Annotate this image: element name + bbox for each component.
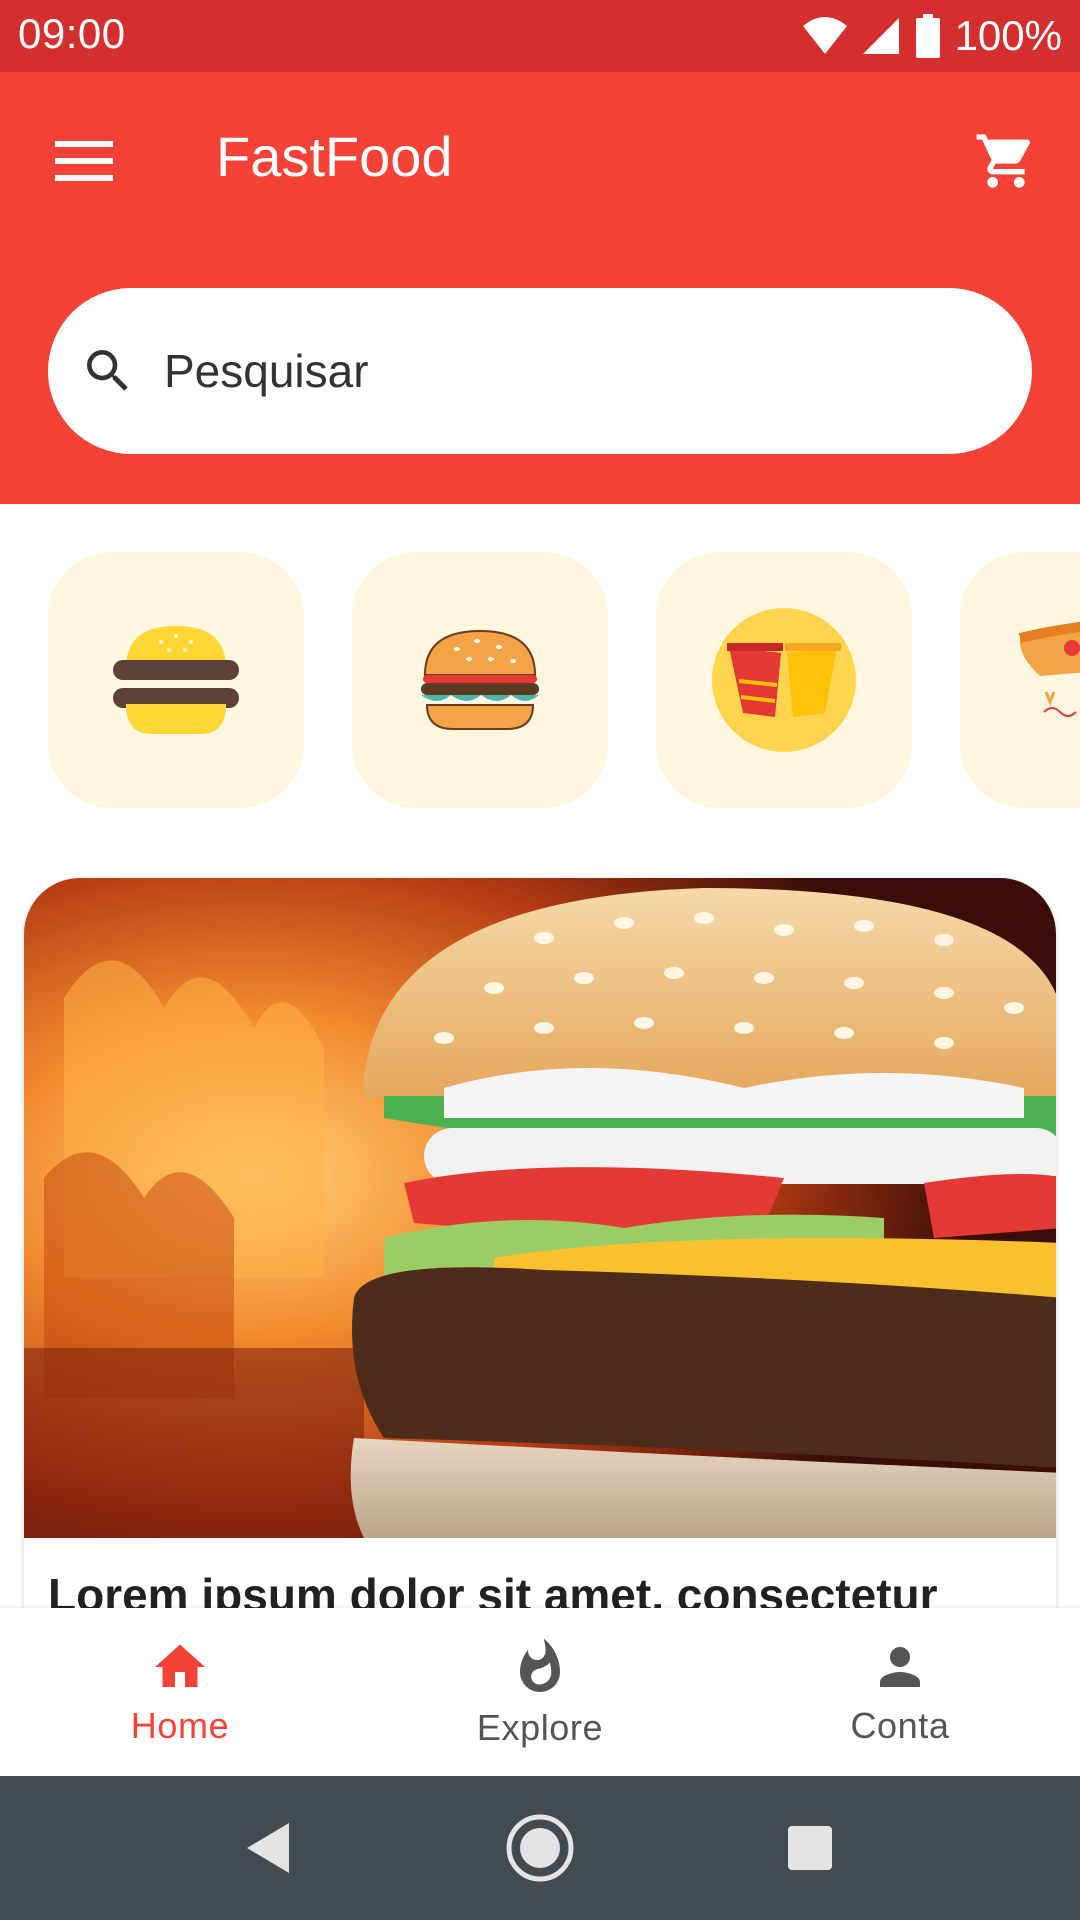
person-icon	[880, 1647, 920, 1687]
battery-icon	[915, 14, 940, 58]
burger-simple-icon	[113, 626, 239, 734]
home-icon	[155, 1644, 205, 1687]
burger-fire-photo	[24, 878, 1056, 1538]
app-title: FastFood	[216, 125, 453, 188]
nav-account[interactable]: Conta	[720, 1608, 1080, 1776]
back-icon	[247, 1823, 289, 1873]
recents-icon	[788, 1826, 832, 1870]
status-icons: 100%	[802, 10, 1062, 62]
nav-home[interactable]: Home	[0, 1608, 360, 1776]
bottom-navigation: Home Explore Conta	[0, 1608, 1080, 1776]
category-item[interactable]	[48, 552, 304, 808]
cart-button[interactable]	[962, 117, 1050, 205]
category-item[interactable]	[656, 552, 912, 808]
system-back-button[interactable]	[216, 1796, 320, 1900]
status-time: 09:00	[18, 10, 126, 57]
battery-percent: 100%	[954, 12, 1062, 59]
home-circle-icon	[506, 1814, 574, 1882]
featured-card[interactable]: Lorem ipsum dolor sit amet, consectetur	[24, 878, 1056, 1638]
menu-button[interactable]	[40, 117, 128, 205]
app-bar: FastFood	[0, 72, 1080, 504]
search-bar[interactable]	[48, 288, 1032, 454]
status-bar: 09:00 100%	[0, 0, 1080, 72]
flame-icon	[520, 1638, 560, 1692]
category-item[interactable]	[960, 552, 1080, 808]
burger-detailed-icon	[421, 629, 539, 730]
category-item[interactable]	[352, 552, 608, 808]
cart-icon	[976, 134, 1031, 188]
search-icon	[78, 341, 138, 401]
nav-explore[interactable]: Explore	[360, 1608, 720, 1776]
nav-home-label: Home	[130, 1705, 230, 1746]
nav-explore-label: Explore	[476, 1707, 604, 1748]
system-home-button[interactable]	[488, 1796, 592, 1900]
nav-account-label: Conta	[850, 1705, 950, 1746]
system-navigation-bar	[0, 1776, 1080, 1920]
category-list	[0, 552, 1080, 808]
system-recents-button[interactable]	[758, 1796, 862, 1900]
pizza-icon	[1018, 621, 1080, 717]
menu-icon	[55, 141, 113, 181]
wifi-icon	[802, 17, 847, 54]
fries-cups-icon	[712, 608, 856, 752]
signal-icon	[862, 18, 899, 54]
search-input[interactable]	[164, 344, 924, 398]
